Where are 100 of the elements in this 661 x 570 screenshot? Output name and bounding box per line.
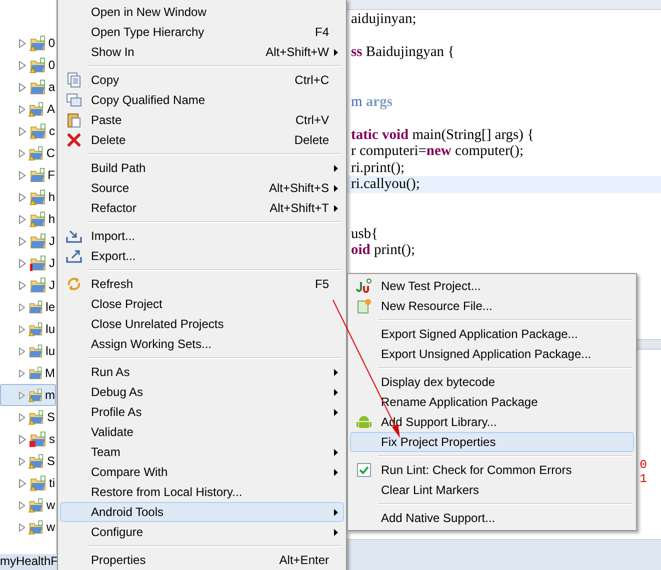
project-folder-icon	[28, 79, 46, 95]
menu-item[interactable]: Properties Alt+Enter	[60, 550, 344, 570]
shortcut-label: F5	[314, 277, 329, 291]
expand-arrow-icon[interactable]	[19, 214, 26, 224]
menu-item[interactable]: Import...	[60, 226, 344, 246]
project-folder-icon	[28, 497, 44, 513]
expand-arrow-icon[interactable]	[19, 280, 26, 290]
expand-arrow-icon[interactable]	[19, 412, 26, 422]
tree-item[interactable]: 0	[0, 32, 56, 54]
tree-item[interactable]: w	[0, 494, 56, 516]
console-text: 0	[640, 458, 647, 472]
menu-item[interactable]: Refactor Alt+Shift+T	[60, 198, 344, 218]
code-line: oid print();	[350, 242, 416, 258]
tree-item[interactable]: F	[0, 164, 56, 186]
menu-item[interactable]: New Resource File...	[350, 296, 634, 316]
menu-item[interactable]: Open Type Hierarchy F4	[60, 22, 344, 42]
tree-item[interactable]: h	[0, 186, 56, 208]
tree-item[interactable]: lu	[0, 318, 56, 340]
menu-item[interactable]: Clear Lint Markers	[350, 480, 634, 500]
tree-item[interactable]: h	[0, 208, 56, 230]
expand-arrow-icon[interactable]	[19, 500, 26, 510]
tree-item[interactable]: c	[0, 120, 56, 142]
export-icon	[66, 248, 82, 264]
tree-item[interactable]: J	[0, 252, 56, 274]
menu-item[interactable]: Assign Working Sets...	[60, 334, 344, 354]
tree-item[interactable]: A	[0, 98, 56, 120]
menu-item[interactable]: Show In Alt+Shift+W	[60, 42, 344, 62]
menu-item[interactable]: Compare With	[60, 462, 344, 482]
tree-item[interactable]: C	[0, 142, 56, 164]
expand-arrow-icon[interactable]	[19, 390, 25, 400]
menu-item[interactable]: Display dex bytecode	[350, 372, 634, 392]
menu-item[interactable]: Paste Ctrl+V	[60, 110, 344, 130]
menu-item[interactable]: Fix Project Properties	[350, 432, 634, 452]
code-line: aidujinyan;	[350, 11, 418, 28]
menu-item[interactable]: Refresh F5	[60, 274, 344, 294]
shortcut-label: Alt+Shift+T	[270, 201, 329, 215]
menu-item[interactable]: Copy Ctrl+C	[60, 70, 344, 90]
tree-item[interactable]: ti	[0, 472, 56, 494]
tree-item[interactable]: a	[0, 76, 56, 98]
menu-item[interactable]: Build Path	[60, 158, 344, 178]
expand-arrow-icon[interactable]	[19, 522, 26, 532]
menu-item[interactable]: Copy Qualified Name	[60, 90, 344, 110]
shortcut-label: Ctrl+V	[295, 113, 329, 127]
code-line: m args	[350, 94, 394, 110]
menu-item[interactable]: Delete Delete	[60, 130, 344, 150]
expand-arrow-icon[interactable]	[19, 104, 26, 114]
code-line: ri.print();	[350, 160, 406, 176]
expand-arrow-icon[interactable]	[19, 346, 26, 356]
expand-arrow-icon[interactable]	[19, 258, 26, 268]
project-folder-icon	[28, 321, 43, 337]
project-folder-icon	[29, 475, 46, 491]
tree-item[interactable]: S	[0, 406, 56, 428]
menu-item[interactable]: New Test Project...	[350, 276, 634, 296]
menu-item[interactable]: Close Project	[60, 294, 344, 314]
tree-item[interactable]: m	[0, 384, 56, 406]
menu-item[interactable]: Open in New Window	[60, 2, 344, 22]
tree-item[interactable]: le	[0, 296, 56, 318]
expand-arrow-icon[interactable]	[19, 302, 26, 312]
menu-item[interactable]: Close Unrelated Projects	[60, 314, 344, 334]
menu-item[interactable]: Run Lint: Check for Common Errors	[350, 460, 634, 480]
shortcut-label: Ctrl+C	[294, 73, 329, 87]
tree-item[interactable]: M	[0, 362, 56, 384]
expand-arrow-icon[interactable]	[19, 38, 26, 48]
menu-item[interactable]: Run As	[60, 362, 344, 382]
menu-item[interactable]: Add Native Support...	[350, 508, 634, 528]
menu-item[interactable]: Source Alt+Shift+S	[60, 178, 344, 198]
expand-arrow-icon[interactable]	[19, 60, 26, 70]
tree-item[interactable]: w	[0, 516, 56, 538]
expand-arrow-icon[interactable]	[19, 368, 25, 378]
expand-arrow-icon[interactable]	[19, 324, 26, 334]
tree-item[interactable]: 0	[0, 54, 56, 76]
tree-item[interactable]: lu	[0, 340, 56, 362]
expand-arrow-icon[interactable]	[19, 170, 26, 180]
menu-item[interactable]: Export Signed Application Package...	[350, 324, 634, 344]
menu-item[interactable]: Restore from Local History...	[60, 482, 344, 502]
menu-item[interactable]: Configure	[60, 522, 344, 542]
tree-item[interactable]: J	[0, 274, 56, 296]
menu-item[interactable]: Debug As	[60, 382, 344, 402]
menu-item[interactable]: Export Unsigned Application Package...	[350, 344, 634, 364]
expand-arrow-icon[interactable]	[19, 236, 26, 246]
expand-arrow-icon[interactable]	[19, 456, 26, 466]
code-line: usb{	[350, 226, 380, 242]
project-folder-icon	[28, 519, 44, 535]
junit-icon	[356, 278, 372, 294]
tree-item[interactable]: J	[0, 230, 56, 252]
expand-arrow-icon[interactable]	[19, 82, 26, 92]
expand-arrow-icon[interactable]	[19, 126, 26, 136]
expand-arrow-icon[interactable]	[19, 148, 26, 158]
status-text: myHealthF	[0, 554, 58, 568]
expand-arrow-icon[interactable]	[19, 192, 26, 202]
tree-item[interactable]: s	[0, 428, 56, 450]
menu-item[interactable]: Export...	[60, 246, 344, 266]
menu-item[interactable]: Validate	[60, 422, 344, 442]
expand-arrow-icon[interactable]	[19, 434, 26, 444]
menu-item[interactable]: Android Tools	[60, 502, 344, 522]
expand-arrow-icon[interactable]	[19, 478, 26, 488]
tree-item[interactable]: S	[0, 450, 56, 472]
menu-item[interactable]: Team	[60, 442, 344, 462]
project-folder-icon	[28, 211, 46, 227]
menu-item[interactable]: Profile As	[60, 402, 344, 422]
